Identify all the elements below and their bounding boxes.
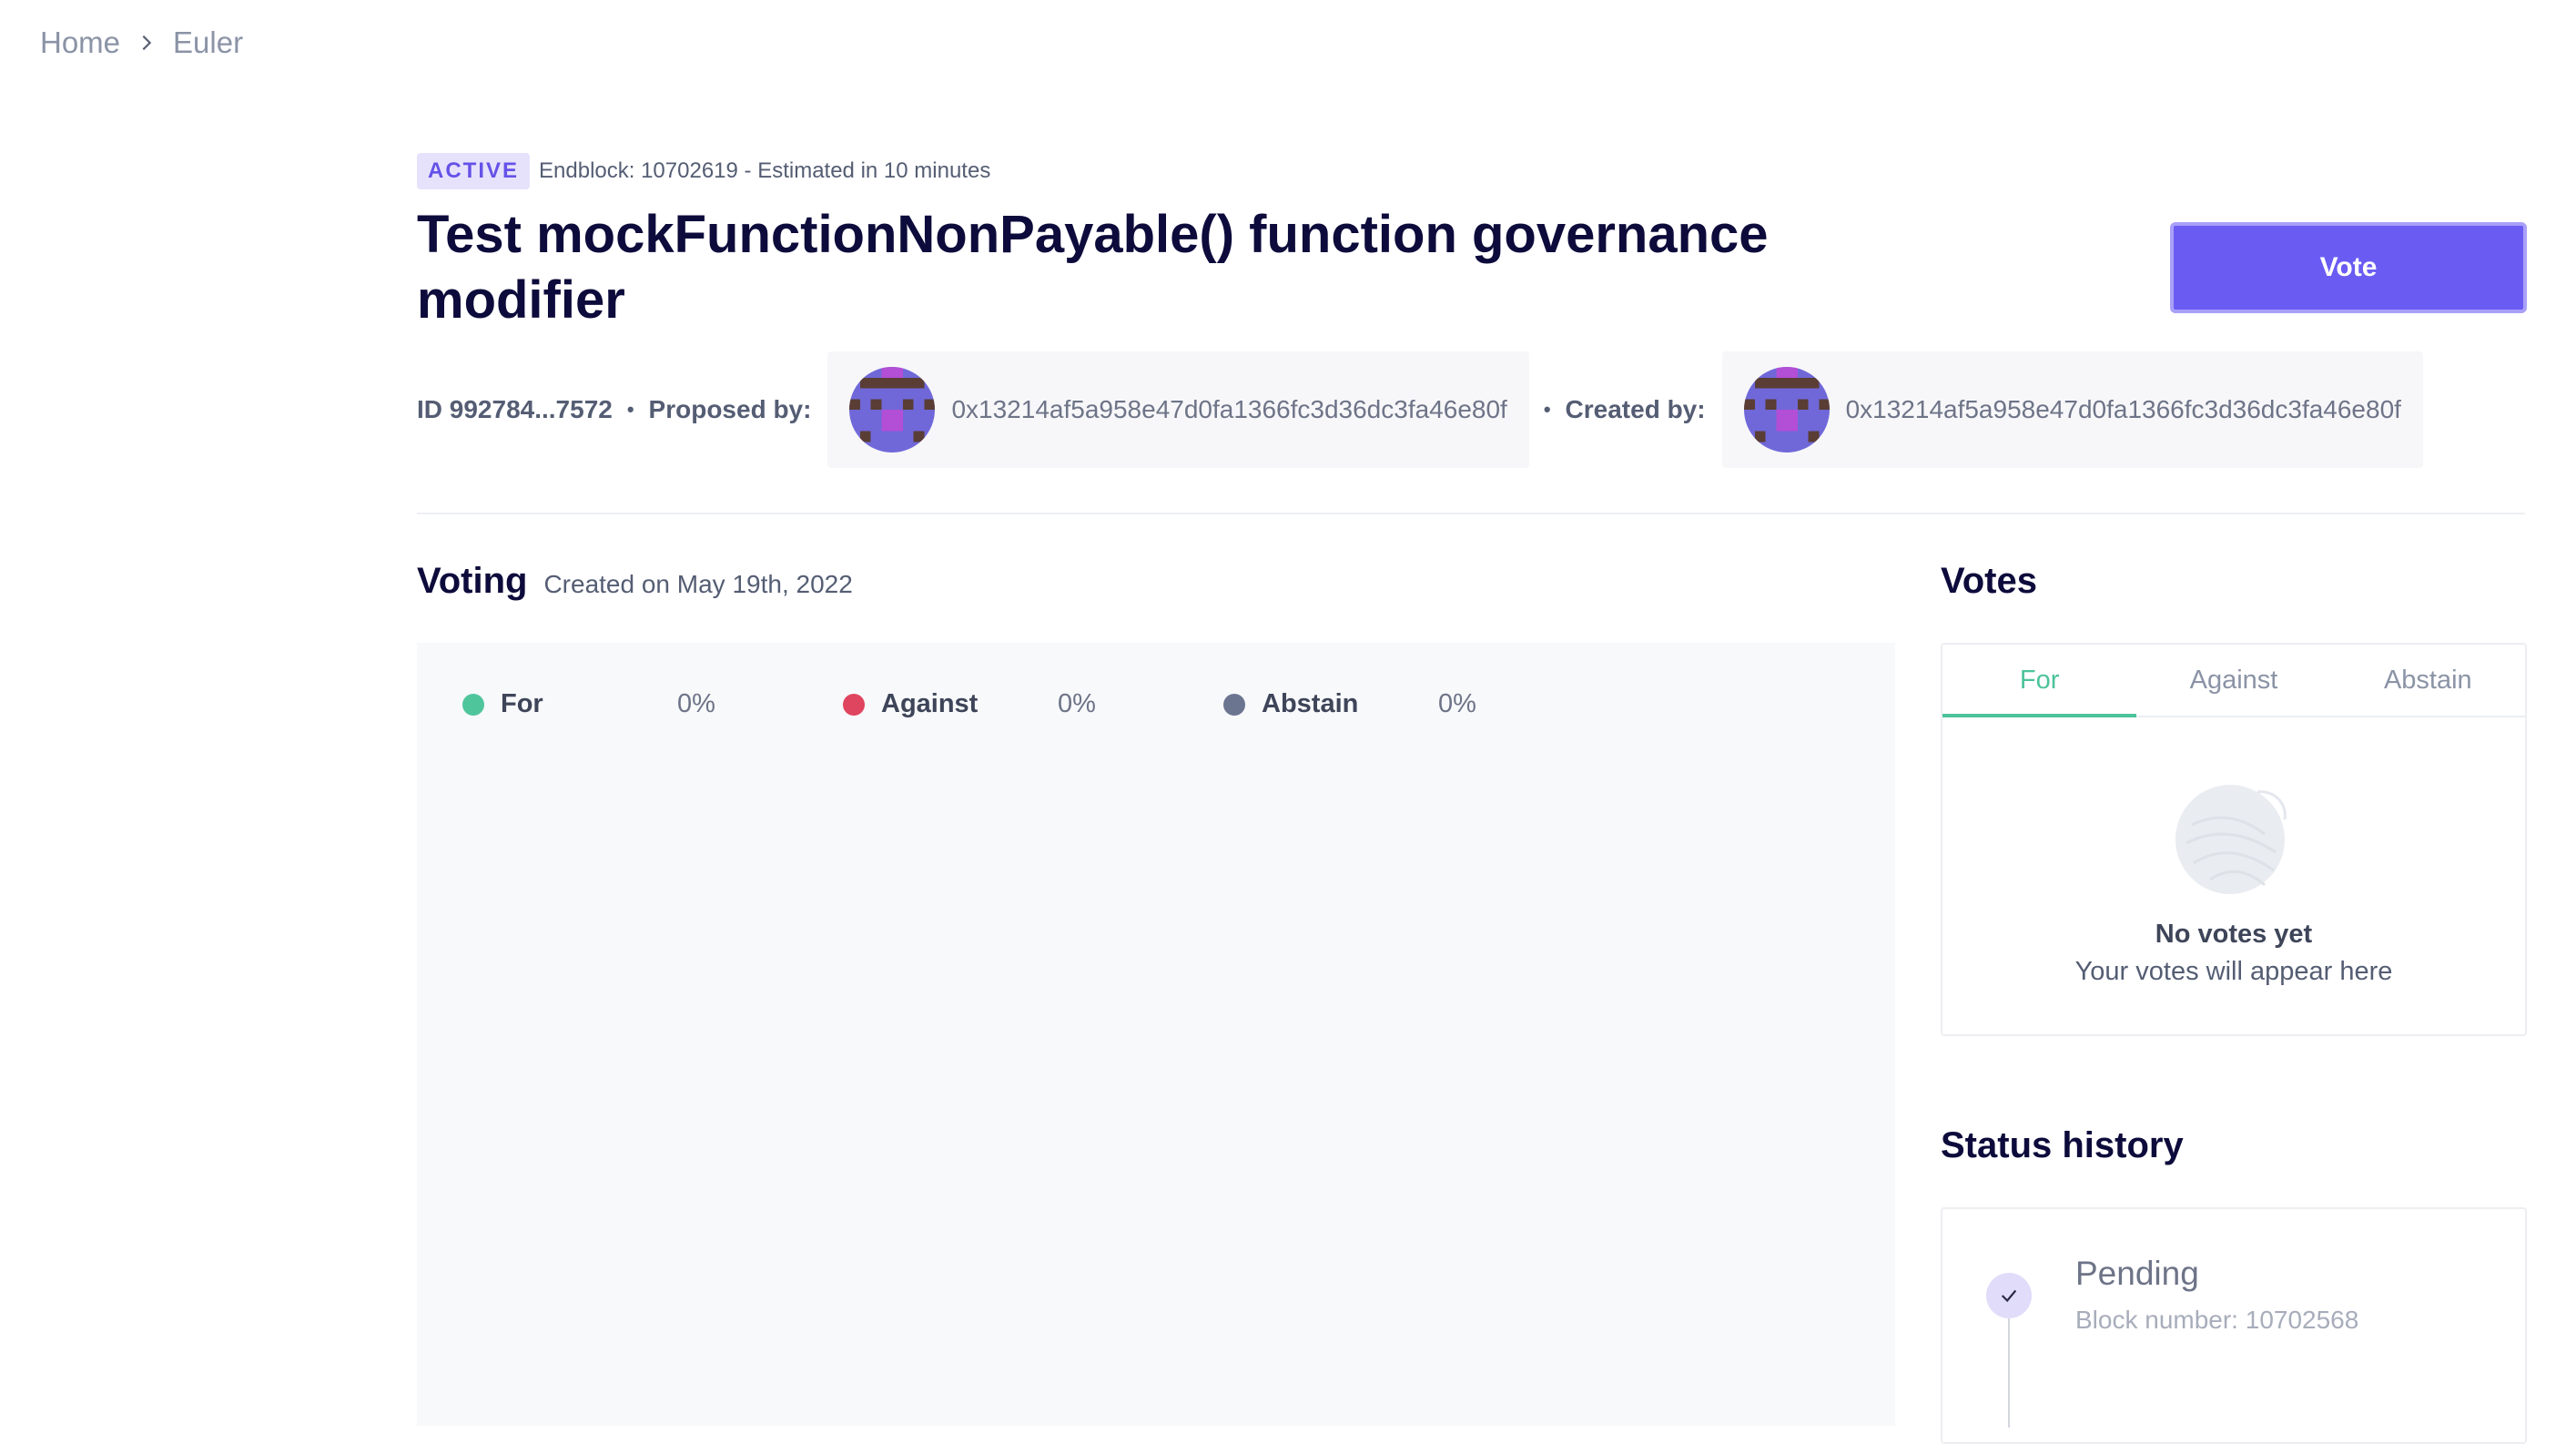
breadcrumb: Home Euler [40, 25, 243, 60]
separator-dot: • [1543, 398, 1551, 421]
legend-item-for: For 0% [462, 689, 843, 719]
check-icon [2001, 1289, 2017, 1303]
legend-percent: 0% [677, 689, 715, 718]
tab-for[interactable]: For [1942, 645, 2137, 717]
votes-card: For Against Abstain No votes yet Your vo… [1941, 643, 2527, 1036]
status-badge: ACTIVE [417, 153, 531, 189]
empty-title: No votes yet [2155, 920, 2313, 949]
legend-label: Abstain [1262, 689, 1359, 718]
abstain-dot [1223, 693, 1245, 716]
voting-chart-panel [417, 643, 1895, 1426]
against-dot [843, 693, 865, 716]
proposal-id: ID 992784...7572 [417, 395, 613, 423]
for-dot [462, 693, 484, 716]
votes-empty-state: No votes yet Your votes will appear here [1942, 717, 2525, 987]
breadcrumb-home-link[interactable]: Home [40, 25, 120, 60]
legend-percent: 0% [1058, 689, 1096, 718]
separator-dot: • [626, 398, 634, 421]
divider [417, 513, 2525, 514]
legend-item-abstain: Abstain 0% [1223, 689, 1604, 719]
step-indicator [1986, 1273, 2032, 1318]
step-title: Pending [2075, 1255, 2199, 1292]
legend-label: For [501, 689, 543, 718]
proposer-chip[interactable]: 0x13214af5a958e47d0fa1366fc3d36dc3fa46e8… [827, 351, 1529, 468]
voting-header: Voting Created on May 19th, 2022 [417, 561, 853, 602]
tab-abstain[interactable]: Abstain [2331, 645, 2525, 716]
endblock-text: Endblock: 10702619 - Estimated in 10 min… [539, 158, 991, 183]
step-subtitle: Block number: 10702568 [2075, 1306, 2359, 1334]
breadcrumb-current[interactable]: Euler [173, 25, 243, 60]
voting-legend: For 0% Against 0% Abstain 0% [462, 689, 1604, 719]
votes-tabs: For Against Abstain [1942, 645, 2525, 717]
chevron-right-icon [142, 35, 152, 51]
legend-label: Against [881, 689, 979, 718]
empty-votes-illustration-icon [2175, 785, 2287, 894]
created-by-label: Created by: [1565, 395, 1706, 423]
voting-heading: Voting [417, 561, 528, 601]
avatar [849, 367, 936, 453]
proposal-status-row: ACTIVE Endblock: 10702619 - Estimated in… [417, 153, 990, 189]
proposer-address[interactable]: 0x13214af5a958e47d0fa1366fc3d36dc3fa46e8… [951, 395, 1506, 424]
page-title: Test mockFunctionNonPayable() function g… [417, 205, 1769, 330]
creator-chip[interactable]: 0x13214af5a958e47d0fa1366fc3d36dc3fa46e8… [1721, 351, 2423, 468]
creator-address[interactable]: 0x13214af5a958e47d0fa1366fc3d36dc3fa46e8… [1846, 395, 2401, 424]
proposed-by-label: Proposed by: [648, 395, 812, 423]
step-connector [2008, 1318, 2010, 1428]
votes-heading: Votes [1941, 561, 2037, 601]
legend-percent: 0% [1438, 689, 1476, 718]
avatar [1743, 367, 1830, 453]
voting-created-on: Created on May 19th, 2022 [543, 570, 853, 598]
vote-button[interactable]: Vote [2170, 222, 2527, 313]
empty-subtitle: Your votes will appear here [2074, 957, 2393, 986]
legend-item-against: Against 0% [843, 689, 1223, 719]
proposal-meta: ID 992784...7572 • Proposed by: 0x13214a… [417, 351, 2423, 468]
status-history-heading: Status history [1941, 1125, 2184, 1165]
tab-against[interactable]: Against [2136, 645, 2330, 716]
